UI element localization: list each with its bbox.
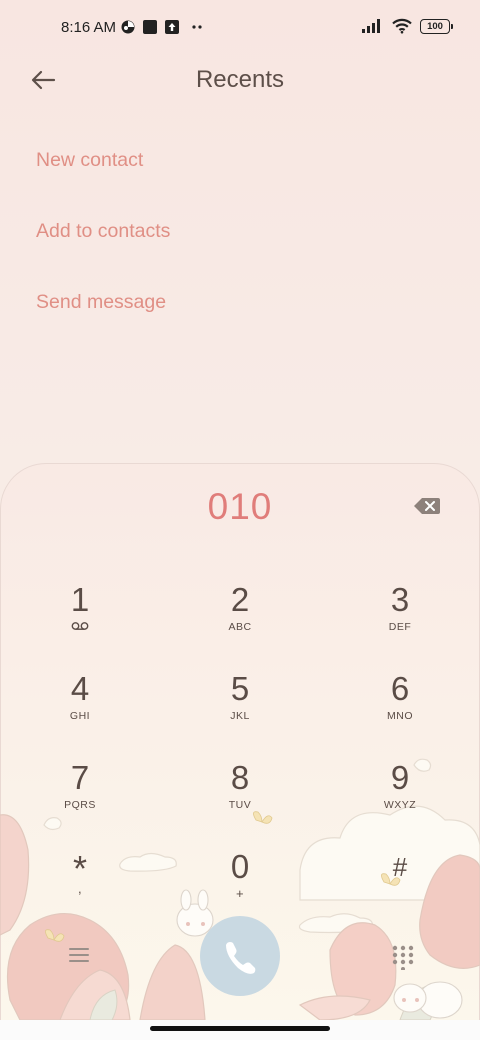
dialed-number: 010 <box>207 486 273 527</box>
key-letters: GHI <box>69 710 91 722</box>
key-8[interactable]: 8 TUV <box>180 760 300 840</box>
key-digit: 3 <box>390 581 410 618</box>
key-digit: 0 <box>230 848 250 885</box>
more-dots-icon <box>192 25 202 29</box>
voicemail-icon <box>71 622 89 630</box>
add-to-contacts-option[interactable]: Add to contacts <box>36 220 170 243</box>
key-letters: , <box>77 881 83 896</box>
key-digit: 4 <box>70 670 90 707</box>
key-6[interactable]: 6 MNO <box>340 671 460 751</box>
key-4[interactable]: 4 GHI <box>20 671 140 751</box>
menu-icon[interactable] <box>66 944 92 966</box>
key-digit: # <box>392 852 408 882</box>
key-digit: 7 <box>70 759 90 796</box>
key-letters: DEF <box>388 621 412 633</box>
send-message-option[interactable]: Send message <box>36 291 166 314</box>
key-digit: 8 <box>230 759 250 796</box>
key-digit: 1 <box>70 581 90 618</box>
dialpad-icon[interactable] <box>390 944 416 970</box>
wifi-icon <box>392 18 412 34</box>
key-hash[interactable]: # <box>340 849 460 929</box>
key-9[interactable]: 9 WXYZ <box>340 760 460 840</box>
key-digit: 5 <box>230 670 250 707</box>
page-title: Recents <box>195 66 285 93</box>
key-digit: 9 <box>390 759 410 796</box>
key-digit: 6 <box>390 670 410 707</box>
key-1[interactable]: 1 <box>20 582 140 662</box>
key-digit: * <box>72 848 87 889</box>
key-5[interactable]: 5 JKL <box>180 671 300 751</box>
key-digit: 2 <box>230 581 250 618</box>
new-contact-option[interactable]: New contact <box>36 149 143 172</box>
key-letters: + <box>235 886 245 901</box>
signal-icon <box>362 19 380 33</box>
key-letters: PQRS <box>64 799 96 811</box>
key-letters: WXYZ <box>383 799 417 811</box>
key-star[interactable]: * , <box>20 849 140 929</box>
key-letters: JKL <box>230 710 250 722</box>
key-letters: TUV <box>228 799 252 811</box>
upload-icon <box>165 20 179 34</box>
battery-icon: 100 <box>420 18 453 34</box>
phone-icon <box>226 942 256 974</box>
square-icon <box>143 20 157 34</box>
key-3[interactable]: 3 DEF <box>340 582 460 662</box>
status-bar: 8:16 AM 100 <box>0 0 480 56</box>
status-time: 8:16 AM <box>61 19 117 36</box>
backspace-icon[interactable] <box>413 496 441 516</box>
key-letters: MNO <box>387 710 413 722</box>
home-indicator[interactable] <box>150 1026 330 1031</box>
call-button[interactable] <box>200 916 280 996</box>
key-2[interactable]: 2 ABC <box>180 582 300 662</box>
key-letters: ABC <box>228 621 252 633</box>
key-7[interactable]: 7 PQRS <box>20 760 140 840</box>
notification-icon <box>121 20 135 34</box>
